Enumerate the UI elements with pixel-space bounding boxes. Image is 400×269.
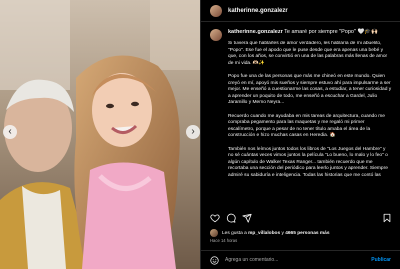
bookmark-icon[interactable] xyxy=(382,213,392,223)
heart-icon[interactable] xyxy=(210,213,220,223)
next-photo-button[interactable]: › xyxy=(186,125,200,139)
share-icon[interactable] xyxy=(242,213,252,223)
emoji-icon[interactable] xyxy=(210,255,219,265)
caption-avatar[interactable] xyxy=(210,29,222,41)
previous-photo-button[interactable]: ‹ xyxy=(3,125,17,139)
profile-avatar[interactable] xyxy=(210,4,222,17)
header-username[interactable]: katherinne.gonzalezr xyxy=(228,8,288,14)
caption-text: Si tuviera que hablarles de amor verdade… xyxy=(228,41,392,202)
post-media[interactable]: ‹ › xyxy=(0,0,200,269)
post-info-panel: katherinne.gonzalezr katherinne.gonzalez… xyxy=(200,0,400,269)
publish-button[interactable]: Publicar xyxy=(371,257,391,263)
likes-prefix: Les gusta a xyxy=(222,230,249,236)
liker-avatar[interactable] xyxy=(210,229,218,237)
caption-paragraph: Popo fue una de las personas que más me … xyxy=(228,73,392,106)
comment-icon[interactable] xyxy=(226,213,236,223)
caption-intro: Te amaré por siempre "Popo" 🤍🎓🙌🏻 xyxy=(284,29,378,35)
likes-summary: Les gusta a mp_villalobos y 4665 persona… xyxy=(222,231,330,236)
post-timestamp[interactable]: Hace 14 horas xyxy=(210,238,237,243)
post-header: katherinne.gonzalezr xyxy=(201,0,400,22)
action-bar xyxy=(210,212,392,224)
caption-first-line: katherinne.gonzalezr Te amaré por siempr… xyxy=(228,28,392,41)
caption-paragraph: También nos leímos juntos todos los libr… xyxy=(228,146,388,178)
caption-paragraph: Si tuviera que hablarles de amor verdade… xyxy=(228,41,388,66)
caption-header: katherinne.gonzalezr Te amaré por siempr… xyxy=(210,28,392,41)
likes-count[interactable]: 4665 personas más xyxy=(285,231,329,236)
caption-paragraph: Recuerdo cuando me ayudaba en mis tareas… xyxy=(228,113,385,139)
instagram-post-dialog: ‹ › katherinne.gonzalezr katherinne.gonz… xyxy=(0,0,400,269)
caption-username[interactable]: katherinne.gonzalezr xyxy=(228,29,283,35)
post-photo xyxy=(0,0,200,269)
comment-input[interactable] xyxy=(225,255,372,265)
likes-row: Les gusta a mp_villalobos y 4665 persona… xyxy=(210,228,392,238)
liker-username[interactable]: mp_villalobos xyxy=(248,231,280,236)
comment-bar: Publicar xyxy=(201,250,400,269)
